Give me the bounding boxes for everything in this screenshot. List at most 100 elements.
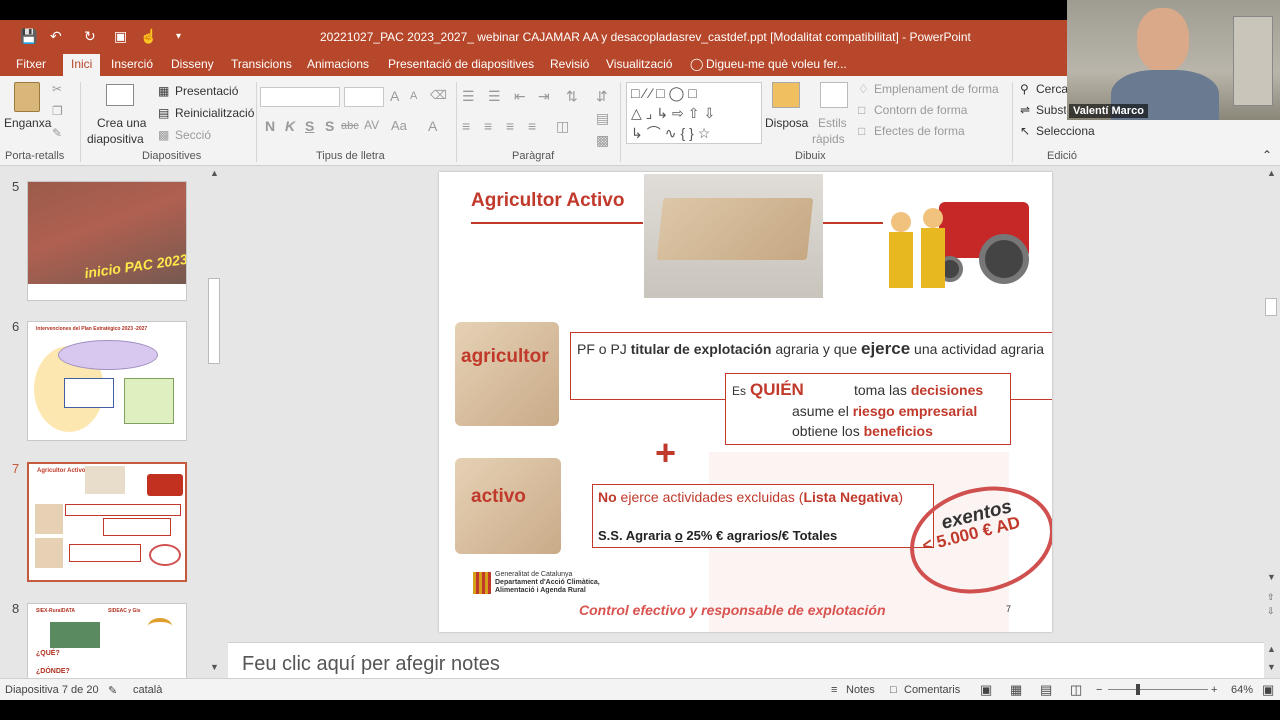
char-spacing-button[interactable]: AV <box>364 118 379 132</box>
customize-toolbar-icon[interactable]: ▾ <box>176 31 181 42</box>
next-slide-icon[interactable]: ⇩ <box>1267 606 1275 617</box>
slide-title[interactable]: Agricultor Activo <box>471 190 624 212</box>
puzzle-piece-activo[interactable]: activo <box>455 458 561 554</box>
replace-button[interactable]: Substitueix <box>1036 103 1066 117</box>
strikethrough-button[interactable]: abc <box>341 120 359 132</box>
align-text-icon[interactable]: ▤ <box>596 110 609 127</box>
scroll-down-icon[interactable]: ▼ <box>1267 572 1276 582</box>
thumbnail-slide-7[interactable]: Agricultor Activo <box>27 462 187 582</box>
align-right-icon[interactable]: ≡ <box>506 118 514 134</box>
layout-button[interactable]: Presentació <box>175 84 238 98</box>
zoom-in-icon[interactable]: + <box>1211 684 1217 696</box>
reading-view-icon[interactable]: ▤ <box>1040 682 1052 698</box>
tab-revisio[interactable]: Revisió <box>550 57 589 71</box>
numbering-icon[interactable]: ☰ <box>488 88 501 105</box>
bullets-icon[interactable]: ☰ <box>462 88 475 105</box>
find-button[interactable]: Cerca <box>1036 82 1068 96</box>
justify-icon[interactable]: ≡ <box>528 118 536 134</box>
fit-to-window-icon[interactable]: ▣ <box>1262 682 1274 698</box>
slide-canvas[interactable]: Agricultor Activo agricultor activo PF o… <box>439 172 1052 632</box>
line-spacing-icon[interactable]: ⇅ <box>566 88 578 105</box>
shadow-button[interactable]: S <box>325 118 334 134</box>
thumbnail-slide-5[interactable]: inicio PAC 2023 <box>27 181 187 301</box>
new-slide-label2[interactable]: diapositiva <box>87 132 144 146</box>
section-button[interactable]: Secció <box>175 128 211 142</box>
tab-transicions[interactable]: Transicions <box>231 57 292 71</box>
new-slide-label1[interactable]: Crea una <box>97 116 146 130</box>
quick-styles-icon[interactable] <box>820 82 848 108</box>
redo-icon[interactable]: ↻ <box>84 28 96 45</box>
font-name-input[interactable] <box>260 87 340 107</box>
decrease-indent-icon[interactable]: ⇤ <box>514 88 526 105</box>
shapes-gallery[interactable]: □⁄⁄□◯□ △⌟↳⇨⇧⇩ ↳⌒∿{}☆ <box>626 82 762 144</box>
notes-scroll-up-icon[interactable]: ▲ <box>1267 644 1276 654</box>
thumbnail-scrollbar[interactable]: ▲ ▼ <box>206 166 222 678</box>
language-indicator[interactable]: català <box>133 684 162 696</box>
smartart-icon[interactable]: ▩ <box>596 132 609 149</box>
shrink-font-button[interactable]: A <box>410 90 417 102</box>
tab-insercio[interactable]: Inserció <box>111 57 153 71</box>
undo-icon[interactable]: ↶ <box>50 28 62 45</box>
tab-fitxer[interactable]: Fitxer <box>16 57 46 71</box>
scroll-up-icon[interactable]: ▲ <box>1267 168 1276 178</box>
italic-button[interactable]: K <box>285 118 295 134</box>
zoom-slider[interactable] <box>1108 689 1208 690</box>
align-center-icon[interactable]: ≡ <box>484 118 492 134</box>
columns-icon[interactable]: ◫ <box>556 118 569 135</box>
collapse-ribbon-icon[interactable]: ⌃ <box>1262 148 1272 162</box>
prev-slide-icon[interactable]: ⇧ <box>1267 592 1275 603</box>
start-slideshow-icon[interactable]: ▣ <box>114 28 127 45</box>
farmers-tractor-illustration[interactable] <box>879 196 1049 308</box>
notes-scroll-down-icon[interactable]: ▼ <box>1267 662 1276 672</box>
tab-presentacio[interactable]: Presentació de diapositives <box>388 57 534 71</box>
scroll-up-icon[interactable]: ▲ <box>210 168 219 178</box>
clear-format-icon[interactable]: ⌫ <box>430 88 447 102</box>
align-left-icon[interactable]: ≡ <box>462 118 470 134</box>
comments-button[interactable]: Comentaris <box>904 684 960 696</box>
arrange-icon[interactable] <box>772 82 800 108</box>
bold-button[interactable]: N <box>265 118 275 134</box>
tell-me-input[interactable]: Digueu-me què voleu fer... <box>706 57 847 71</box>
notes-placeholder[interactable]: Feu clic aquí per afegir notes <box>242 653 500 676</box>
tab-visualitzacio[interactable]: Visualització <box>606 57 672 71</box>
text-direction-icon[interactable]: ⇵ <box>596 88 608 105</box>
notes-pane[interactable]: Feu clic aquí per afegir notes <box>228 642 1264 678</box>
puzzle-photo[interactable] <box>644 174 823 298</box>
change-case-button[interactable]: Aa <box>391 118 407 133</box>
scroll-down-icon[interactable]: ▼ <box>210 662 219 672</box>
shape-effects-button[interactable]: Efectes de forma <box>874 124 965 138</box>
underline-button[interactable]: S <box>305 118 314 134</box>
scroll-thumb[interactable] <box>1265 298 1277 316</box>
font-size-input[interactable] <box>344 87 384 107</box>
puzzle-piece-agricultor[interactable]: agricultor <box>455 322 559 426</box>
slide-scrollbar[interactable]: ▲ ▼ ⇧ ⇩ ▲ ▼ <box>1262 166 1280 678</box>
paste-icon[interactable] <box>14 82 40 112</box>
tab-animacions[interactable]: Animacions <box>307 57 369 71</box>
slide-sorter-icon[interactable]: ▦ <box>1010 682 1022 698</box>
zoom-out-icon[interactable]: − <box>1096 684 1102 696</box>
select-button[interactable]: Selecciona <box>1036 124 1095 138</box>
zoom-slider-thumb[interactable] <box>1136 684 1140 695</box>
quick-styles-label1[interactable]: Estils <box>818 116 847 130</box>
spellcheck-icon[interactable]: ✎ <box>108 684 117 697</box>
arrange-button[interactable]: Disposa <box>765 116 808 130</box>
touch-mode-icon[interactable]: ☝ <box>140 28 157 45</box>
paste-button[interactable]: Enganxa <box>4 116 51 130</box>
thumbnail-slide-6[interactable]: Intervenciones del Plan Estratégico 2023… <box>27 321 187 441</box>
thumbnail-slide-8[interactable]: SIEX-RuralDATA SIDEAC y Gis ¿QUÉ? ¿DÓNDE… <box>27 603 187 683</box>
zoom-level[interactable]: 64% <box>1231 684 1253 696</box>
shape-outline-button[interactable]: Contorn de forma <box>874 103 967 117</box>
tab-disseny[interactable]: Disseny <box>171 57 214 71</box>
reset-button[interactable]: Reinicialització <box>175 106 254 120</box>
grow-font-button[interactable]: A <box>390 88 399 104</box>
font-color-icon[interactable]: A <box>428 118 437 134</box>
normal-view-icon[interactable]: ▣ <box>980 682 992 698</box>
format-painter-icon[interactable]: ✎ <box>52 126 62 140</box>
cut-icon[interactable]: ✂ <box>52 82 62 96</box>
slideshow-view-icon[interactable]: ◫ <box>1070 682 1082 698</box>
tab-inici[interactable]: Inici <box>63 54 101 76</box>
increase-indent-icon[interactable]: ⇥ <box>538 88 550 105</box>
slide-counter[interactable]: Diapositiva 7 de 20 <box>5 684 99 696</box>
copy-icon[interactable]: ❐ <box>52 104 63 118</box>
scroll-thumb[interactable] <box>208 278 220 364</box>
